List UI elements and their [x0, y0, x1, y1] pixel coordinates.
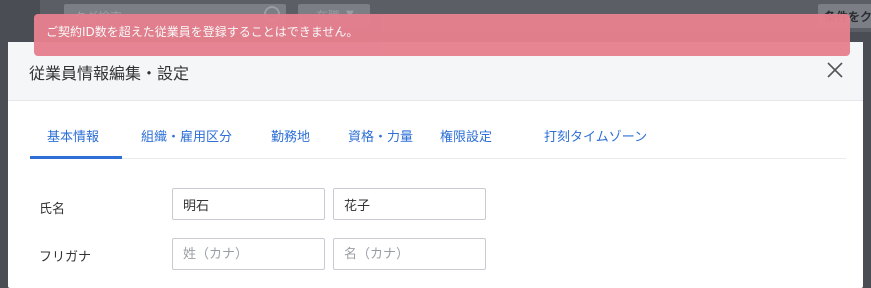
active-tab-indicator	[30, 156, 122, 159]
tab-qualifications[interactable]: 資格・力量	[348, 126, 413, 145]
tab-timezone[interactable]: 打刻タイムゾーン	[544, 126, 647, 145]
tab-bar: 基本情報 組織・雇用区分 勤務地 資格・力量 権限設定 打刻タイムゾーン	[30, 102, 846, 159]
close-icon[interactable]	[825, 60, 845, 80]
alert-message: ご契約ID数を超えた従業員を登録することはできません。	[46, 25, 359, 39]
employee-edit-modal: 従業員情報編集・設定 基本情報 組織・雇用区分 勤務地 資格・力量 権限設定 打…	[8, 42, 863, 288]
first-name-kana-input[interactable]	[333, 238, 486, 270]
tab-organization[interactable]: 組織・雇用区分	[141, 126, 232, 145]
error-alert: ご契約ID数を超えた従業員を登録することはできません。	[34, 14, 850, 56]
tab-basic-info[interactable]: 基本情報	[47, 126, 99, 145]
last-name-kana-input[interactable]	[172, 238, 325, 270]
furigana-label: フリガナ	[39, 250, 92, 265]
tab-permissions[interactable]: 権限設定	[440, 126, 492, 145]
modal-title: 従業員情報編集・設定	[29, 64, 190, 83]
last-name-input[interactable]	[172, 188, 325, 220]
first-name-input[interactable]	[333, 188, 486, 220]
name-label: 氏名	[39, 202, 66, 217]
tab-work-location[interactable]: 勤務地	[271, 126, 310, 145]
